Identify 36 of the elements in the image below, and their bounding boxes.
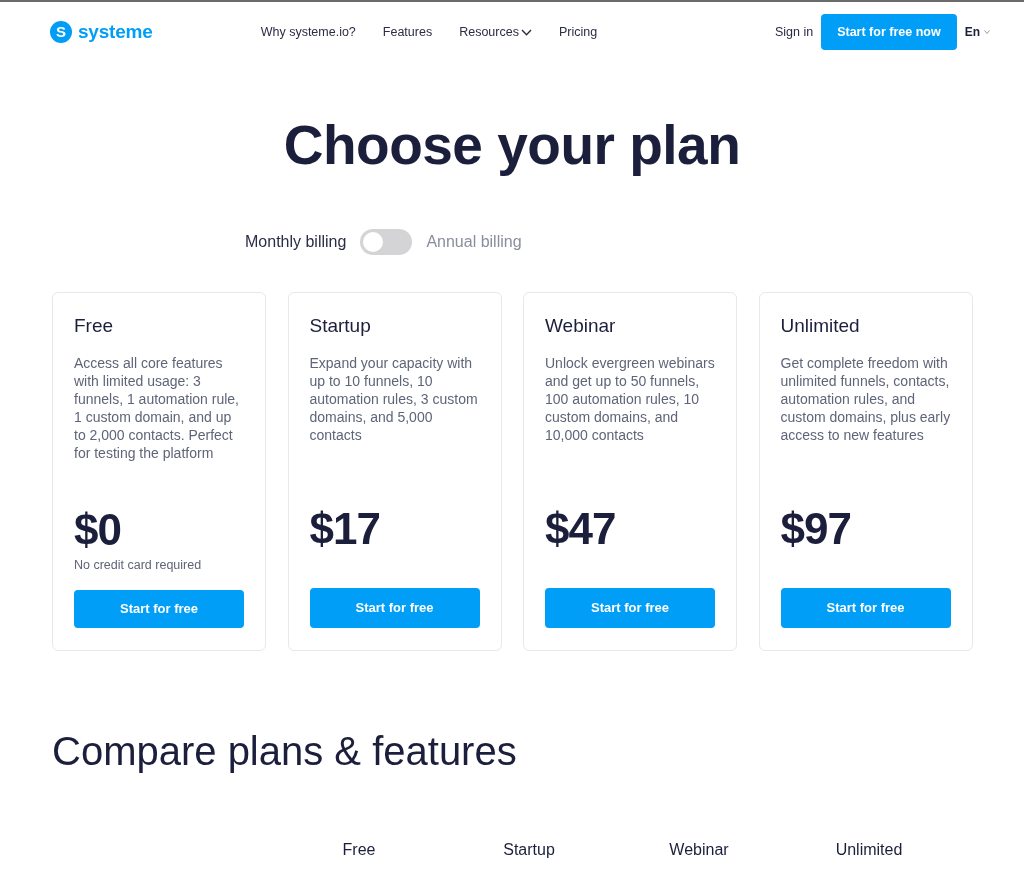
plan-description: Access all core features with limited usage: 3 funnels, 1 automation rule, 1 custom domain, and up to 2,000 contacts. Perfect for testing the platform: [74, 354, 240, 462]
column-header: Webinar: [669, 840, 729, 860]
plan-description: Expand your capacity with up to 10 funnels, 10 automation rules, 3 custom domains, and 5,000 contacts: [309, 354, 479, 445]
nav-link[interactable]: Pricing: [558, 22, 598, 42]
nav-link[interactable]: Why systeme.io?: [260, 22, 356, 42]
sign-in-link[interactable]: Sign in: [774, 22, 814, 42]
page-title: Choose your plan: [283, 113, 741, 178]
language-selector[interactable]: En: [964, 23, 980, 41]
start-free-button[interactable]: Start for free now: [821, 14, 957, 50]
nav-dropdown[interactable]: Resources: [459, 22, 532, 42]
plan-price: $97: [780, 502, 852, 555]
plan-price: $47: [545, 502, 617, 555]
section-heading: Compare plans & features: [52, 728, 517, 775]
chevron-down-icon[interactable]: [520, 28, 532, 36]
column-header: Unlimited: [835, 840, 903, 860]
annual-billing-label: Annual billing: [426, 232, 522, 252]
plan-name: Webinar: [545, 314, 617, 337]
start-free-button[interactable]: Start for free: [74, 590, 244, 628]
start-free-button[interactable]: Start for free: [780, 588, 951, 628]
logo-mark[interactable]: S: [50, 21, 72, 43]
billing-toggle[interactable]: [360, 229, 413, 255]
plan-description: Get complete freedom with unlimited funnels, contacts, automation rules, and custom domains, plus early access to new features: [780, 354, 951, 445]
start-free-button[interactable]: Start for free: [545, 588, 715, 628]
plan-note: No credit card required: [74, 557, 203, 573]
plan-price: $0: [74, 504, 122, 556]
start-free-button[interactable]: Start for free: [309, 588, 480, 628]
plan-name: Startup: [309, 314, 372, 337]
plan-name: Unlimited: [780, 314, 861, 337]
monthly-billing-label: Monthly billing: [245, 232, 347, 252]
nav-link[interactable]: Features: [382, 22, 433, 42]
plan-description: Unlock evergreen webinars and get up to 50 funnels, 100 automation rules, 10 custom domains, and 10,000 contacts: [545, 354, 715, 445]
plan-name: Free: [74, 314, 115, 337]
column-header: Startup: [503, 840, 555, 860]
column-header: Free: [342, 840, 376, 860]
plan-price: $17: [309, 502, 381, 555]
logo-text[interactable]: systeme: [78, 17, 153, 47]
